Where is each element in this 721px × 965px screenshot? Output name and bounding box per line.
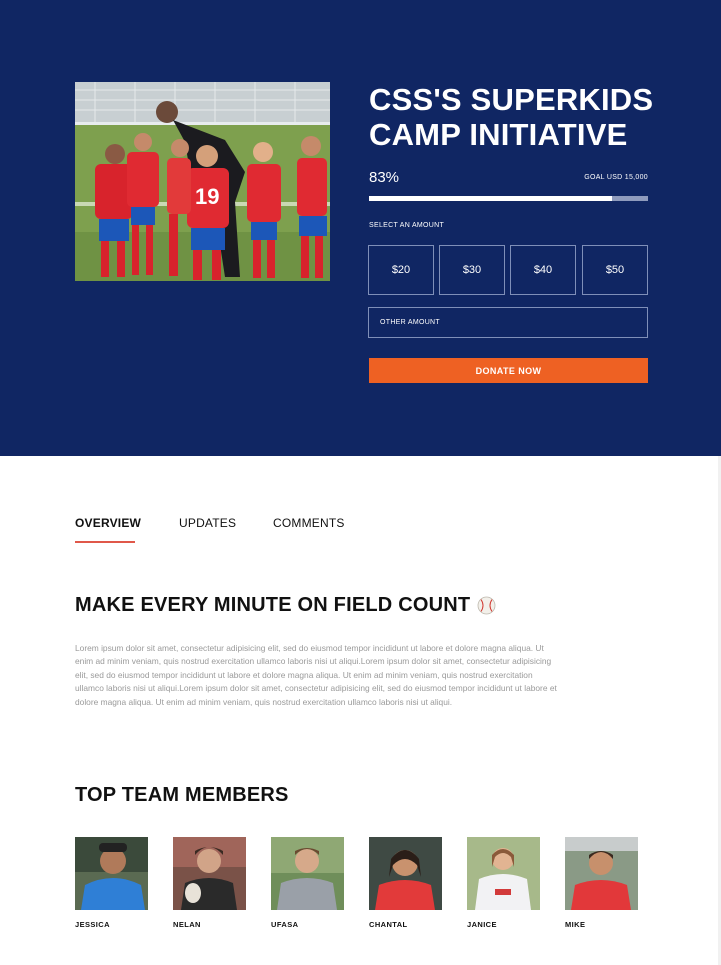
amount-button-20[interactable]: $20: [368, 245, 434, 295]
baseball-icon: [477, 596, 496, 615]
amount-button-40[interactable]: $40: [510, 245, 576, 295]
active-tab-indicator: [75, 541, 135, 543]
avatar: [467, 837, 540, 910]
member-name: CHANTAL: [369, 920, 408, 929]
tab-comments[interactable]: COMMENTS: [273, 516, 345, 530]
team-heading: TOP TEAM MEMBERS: [75, 784, 289, 806]
donate-now-button[interactable]: DONATE NOW: [369, 358, 648, 383]
avatar: [173, 837, 246, 910]
member-name: NELAN: [173, 920, 201, 929]
member-name: MIKE: [565, 920, 586, 929]
campaign-photo: 19: [75, 82, 330, 281]
team-member-card[interactable]: JANICE: [467, 837, 540, 929]
progress-bar-fill: [369, 196, 612, 201]
avatar: [75, 837, 148, 910]
member-name: UFASA: [271, 920, 299, 929]
overview-body-text: Lorem ipsum dolor sit amet, consectetur …: [75, 643, 557, 707]
team-member-card[interactable]: NELAN: [173, 837, 246, 929]
progress-bar: [369, 196, 648, 201]
overview-heading: MAKE EVERY MINUTE ON FIELD COUNT: [75, 594, 496, 617]
team-member-card[interactable]: MIKE: [565, 837, 638, 929]
amount-button-30[interactable]: $30: [439, 245, 505, 295]
avatar: [271, 837, 344, 910]
avatar: [369, 837, 442, 910]
campaign-title: CSS'S SUPERKIDS CAMP INITIATIVE: [369, 82, 654, 152]
other-amount-input[interactable]: [368, 307, 648, 338]
team-member-card[interactable]: CHANTAL: [369, 837, 442, 929]
progress-percent: 83%: [369, 169, 400, 186]
tab-overview[interactable]: OVERVIEW: [75, 516, 141, 530]
select-amount-label: SELECT AN AMOUNT: [369, 222, 445, 229]
avatar: [565, 837, 638, 910]
team-member-card[interactable]: JESSICA: [75, 837, 148, 929]
overview-heading-text: MAKE EVERY MINUTE ON FIELD COUNT: [75, 594, 471, 616]
tab-updates[interactable]: UPDATES: [179, 516, 236, 530]
goal-label: GOAL USD 15,000: [584, 174, 648, 181]
amount-button-50[interactable]: $50: [582, 245, 648, 295]
member-name: JANICE: [467, 920, 497, 929]
member-name: JESSICA: [75, 920, 110, 929]
svg-text:19: 19: [195, 184, 219, 209]
team-member-card[interactable]: UFASA: [271, 837, 344, 929]
